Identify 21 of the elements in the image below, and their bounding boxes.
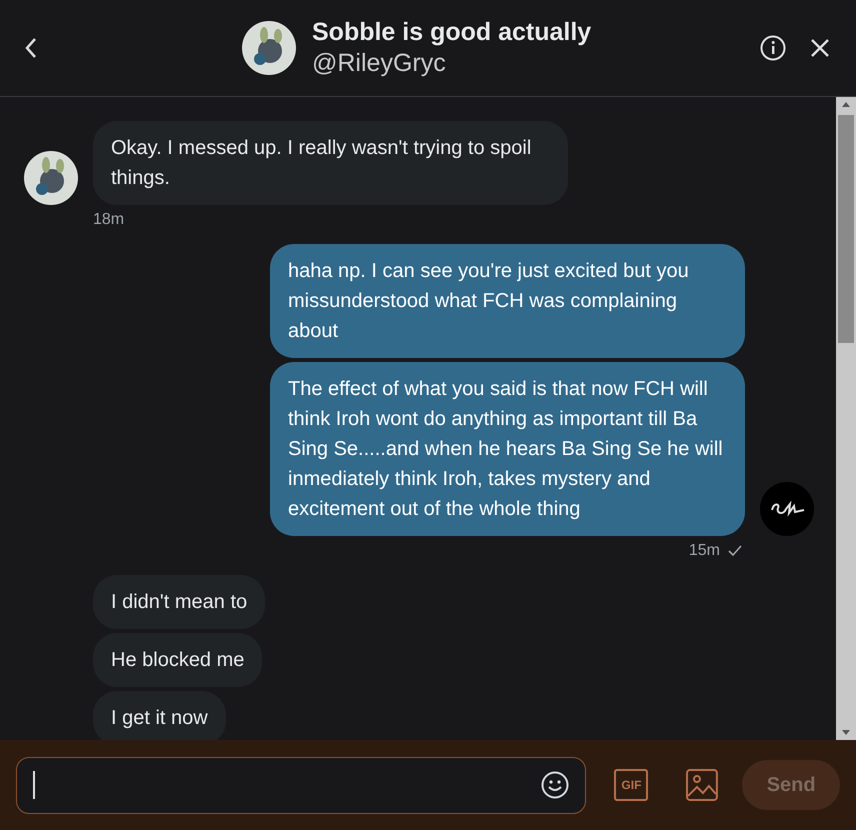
info-button[interactable]: [760, 35, 786, 61]
back-icon: [24, 37, 38, 59]
message-bubble: haha np. I can see you're just excited but you missunderstood what FCH was complaining about: [270, 244, 745, 358]
close-icon: [810, 38, 830, 58]
message-bubble: I didn't mean to: [93, 575, 266, 629]
info-icon: [760, 35, 786, 61]
scrollbar[interactable]: [836, 97, 856, 740]
timestamp: 15m: [688, 541, 720, 561]
conversation-title: Sobble is good actually: [312, 17, 592, 47]
message-bubble: I get it now: [93, 691, 226, 740]
message-bubble: Okay. I messed up. I really wasn't trying to spoil things.: [93, 121, 568, 205]
message-input[interactable]: [16, 756, 586, 814]
user-handle: @RileyGryc: [312, 48, 447, 79]
emoji-icon[interactable]: [541, 771, 570, 799]
avatar-icon: [242, 21, 296, 75]
message-bubble: The effect of what you said is that now FCH will think Iroh wont do anything as important till Ba Sing Se.....and when he hears Ba Sing Se he will inmediately think Iroh, takes mystery and excitement out of the whole thing: [270, 362, 745, 536]
timestamp: 18m: [93, 210, 124, 230]
message-bubble: He blocked me: [93, 633, 262, 687]
gif-button[interactable]: GIF: [614, 769, 648, 801]
image-icon[interactable]: [686, 769, 718, 801]
close-button[interactable]: [810, 38, 830, 58]
